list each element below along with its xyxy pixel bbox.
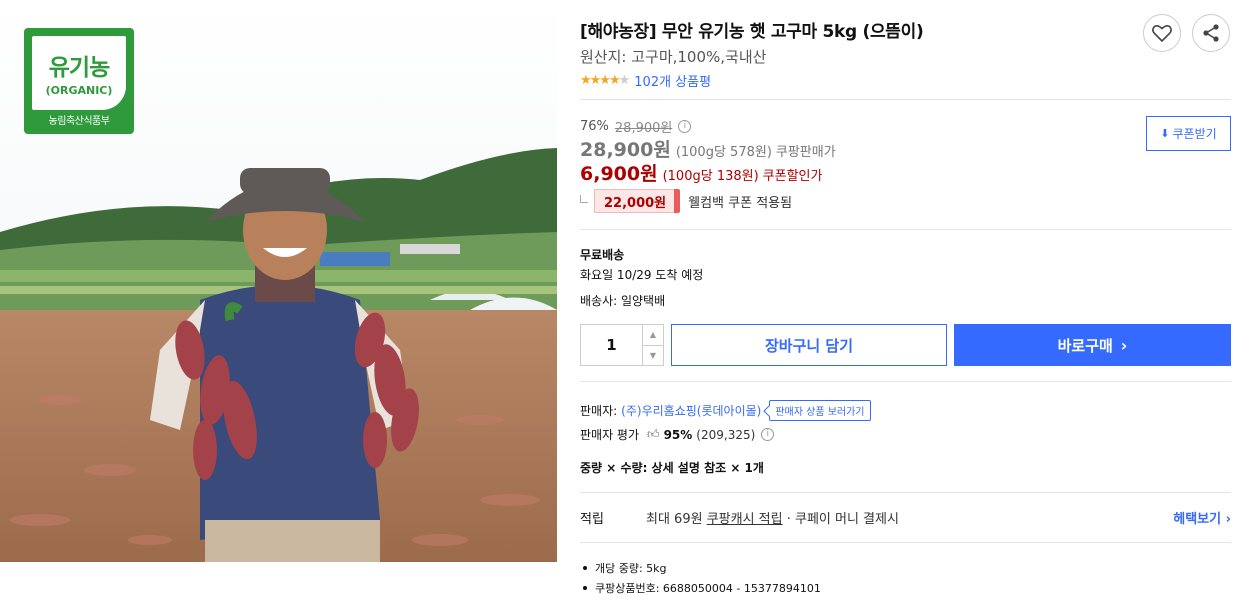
quantity-steps: ▲ ▼ <box>642 325 663 365</box>
product-image[interactable]: 유기농 (ORGANIC) 농림축산식품부 <box>0 0 557 562</box>
seller-eval-count: (209,325) <box>696 427 756 442</box>
chevron-right-icon: › <box>1120 335 1128 355</box>
option-text: 중량 × 수량: 상세 설명 참조 × 1개 <box>580 461 764 475</box>
sale-price-label: 쿠팡판매가 <box>775 145 836 160</box>
quantity-value[interactable]: 1 <box>581 325 642 365</box>
divider <box>580 99 1231 100</box>
coupon-price-label: 쿠폰할인가 <box>762 169 823 184</box>
info-icon[interactable]: i <box>678 120 692 133</box>
heart-icon <box>1152 25 1172 42</box>
quantity-stepper[interactable]: 1 ▲ ▼ <box>580 324 664 366</box>
coupang-cash-link[interactable]: 쿠팡캐시 적립 <box>707 512 783 527</box>
share-button[interactable] <box>1192 14 1230 52</box>
discount-row: 76% 28,900원 i <box>580 117 692 136</box>
divider <box>580 229 1231 230</box>
get-coupon-button[interactable]: ⬇ 쿠폰받기 <box>1146 116 1231 151</box>
seller-row: 판매자: (주)우리홈쇼핑(롯데아이몰) 판매자 상품 보러가기 <box>580 400 871 421</box>
star-rating-icon: ★★★★★ <box>580 73 630 88</box>
seller-evaluation-row: 판매자 평가 👍︎ 95% (209,325) i <box>580 426 775 443</box>
seller-label: 판매자: <box>580 404 618 418</box>
product-title: [해야농장] 무안 유기농 햇 고구마 5kg (으뜸이) <box>580 22 924 42</box>
reward-label: 적립 <box>580 512 604 527</box>
divider <box>580 492 1231 493</box>
origin-text: 원산지: 고구마,100%,국내산 <box>580 48 767 66</box>
chevron-down-icon[interactable]: ▼ <box>643 346 663 366</box>
original-price: 28,900원 <box>614 121 673 136</box>
welcome-coupon-row: 22,000원 웰컴백 쿠폰 적용됨 <box>580 189 792 213</box>
welcome-coupon-chip: 22,000원 <box>594 189 681 213</box>
buy-now-button[interactable]: 바로구매 › <box>954 324 1231 366</box>
download-icon: ⬇ <box>1160 127 1170 140</box>
spec-list: 개당 중량: 5kg 쿠팡상품번호: 6688050004 - 15377894… <box>580 560 821 599</box>
review-count-link[interactable]: 102개 상품평 <box>634 71 711 90</box>
seller-eval-percent: 95% <box>663 427 693 442</box>
organic-certification-badge: 유기농 (ORGANIC) 농림축산식품부 <box>24 28 134 134</box>
badge-inner: 유기농 (ORGANIC) <box>32 36 126 110</box>
discount-rate: 76% <box>580 119 609 134</box>
sale-unit-price: (100g당 578원) <box>675 145 772 160</box>
seller-products-tooltip[interactable]: 판매자 상품 보러가기 <box>769 400 871 421</box>
thumbs-up-icon: 👍︎ <box>647 427 660 441</box>
divider <box>580 381 1231 382</box>
badge-main-text: 유기농 <box>48 55 110 81</box>
rating-row: ★★★★★ 102개 상품평 <box>580 71 711 90</box>
wishlist-button[interactable] <box>1143 14 1181 52</box>
list-item: 쿠팡상품번호: 6688050004 - 15377894101 <box>580 580 821 596</box>
reward-row: 적립 최대 69원 쿠팡캐시 적립 · 쿠페이 머니 결제시 헤택보기 › <box>580 508 1231 527</box>
coupon-unit-price: (100g당 138원) <box>662 169 759 184</box>
badge-sub-text: (ORGANIC) <box>45 84 113 97</box>
view-benefits-link[interactable]: 헤택보기 › <box>1173 508 1231 527</box>
buy-now-label: 바로구매 <box>1057 336 1113 355</box>
add-to-cart-button[interactable]: 장바구니 담기 <box>671 324 947 366</box>
coupon-price: 6,900원 <box>580 163 658 185</box>
arrival-date: 화요일 10/29 도착 예정 <box>580 268 704 282</box>
seller-name-link[interactable]: (주)우리홈쇼핑(롯데아이몰) <box>621 402 761 419</box>
sale-price-row: 28,900원 (100g당 578원) 쿠팡판매가 <box>580 135 836 162</box>
badge-footer-text: 농림축산식품부 <box>48 116 110 127</box>
get-coupon-label: 쿠폰받기 <box>1172 127 1217 141</box>
product-info-panel: [해야농장] 무안 유기농 햇 고구마 5kg (으뜸이) 원산지: 고구마,1… <box>580 0 1231 599</box>
shipping-title: 무료배송 <box>580 248 625 262</box>
welcome-coupon-note: 웰컴백 쿠폰 적용됨 <box>688 195 793 211</box>
share-icon <box>1203 24 1219 42</box>
info-icon[interactable]: i <box>761 428 775 441</box>
seller-eval-label: 판매자 평가 <box>580 428 640 442</box>
reward-text: 최대 69원 쿠팡캐시 적립 · 쿠페이 머니 결제시 <box>646 512 899 527</box>
sale-price: 28,900원 <box>580 139 671 161</box>
shipping-carrier: 배송사: 일양택배 <box>580 294 666 308</box>
chevron-up-icon[interactable]: ▲ <box>643 325 663 346</box>
list-item: 개당 중량: 5kg <box>580 560 821 576</box>
coupon-price-row: 6,900원 (100g당 138원) 쿠폰할인가 <box>580 159 822 186</box>
divider <box>580 542 1231 543</box>
branch-connector-icon <box>580 195 588 203</box>
